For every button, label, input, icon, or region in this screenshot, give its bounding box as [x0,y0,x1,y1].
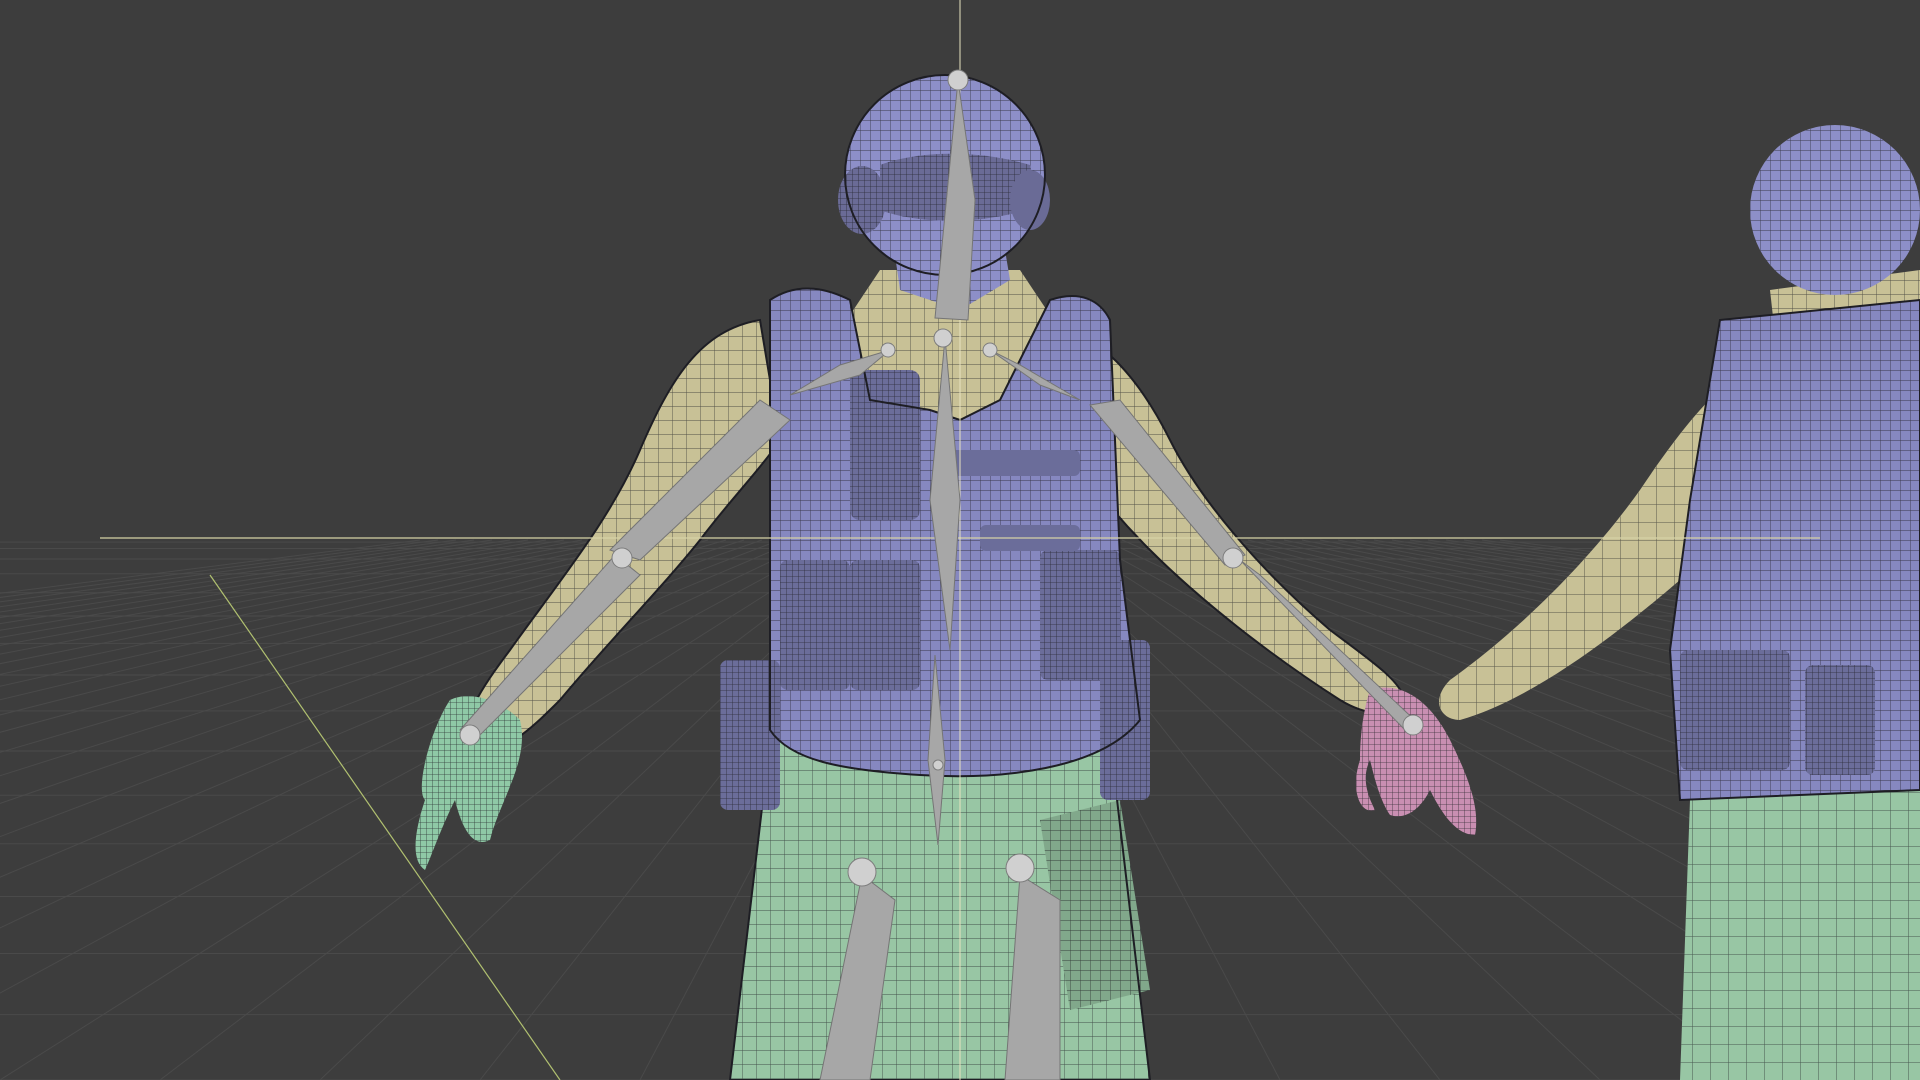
joint-elbow-right[interactable] [1222,547,1244,569]
grid-line [0,539,763,804]
joint-pelvis[interactable] [932,759,944,771]
grid-line [0,539,835,994]
3d-viewport[interactable] [0,0,1920,1080]
grid-line [0,539,799,878]
viewport-canvas[interactable] [0,0,1920,1080]
joint-elbow-left[interactable] [611,547,633,569]
grid-line [0,539,493,613]
grid-line [0,539,601,655]
joint-wrist-right[interactable] [1402,714,1424,736]
grid-line [0,539,457,603]
joint-hip-left[interactable] [847,857,877,887]
joint-wrist-left[interactable] [459,724,481,746]
y-axis-line [209,574,561,1080]
grid-line [0,539,421,594]
joint-hip-right[interactable] [1005,853,1035,883]
joint-shoulder-right[interactable] [982,342,998,358]
joint-shoulder-left[interactable] [880,342,896,358]
grid-line [0,539,781,838]
joint-head-top[interactable] [947,69,969,91]
joint-neck[interactable] [933,328,953,348]
